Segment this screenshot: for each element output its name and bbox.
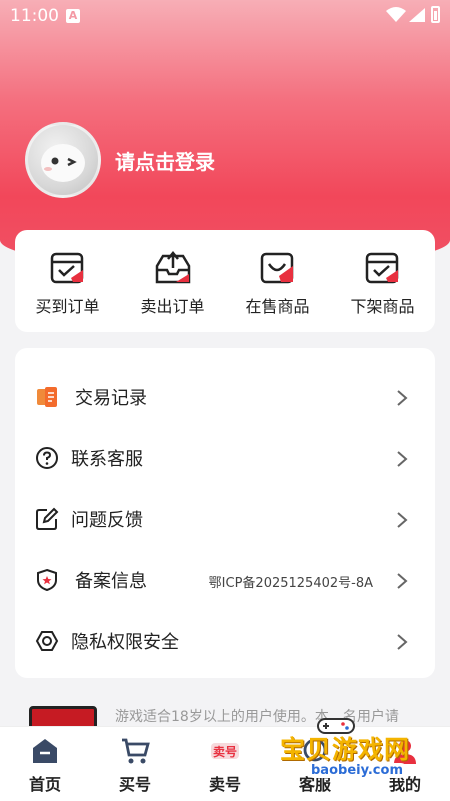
menu-item-customer-service[interactable]: 联系客服 (15, 427, 435, 487)
home-icon (33, 739, 57, 763)
tab-label-sell: 卖号 (208, 775, 241, 794)
orders-card: 买到订单 卖出订单 在售商品 下架商品 (15, 230, 435, 332)
transaction-record-icon (37, 387, 57, 407)
tab-label-home: 首页 (28, 775, 61, 794)
off-shelf-icon (365, 252, 399, 284)
menu-label-customer-service: 联系客服 (71, 449, 143, 470)
menu-card: 交易记录 联系客服 问题反馈 备案信息 鄂ICP备2025125402号-8A (15, 348, 435, 678)
order-item-bought[interactable]: 买到订单 (15, 230, 120, 332)
chevron-right-icon (397, 451, 408, 467)
chevron-right-icon (397, 390, 408, 406)
order-item-on-sale[interactable]: 在售商品 (225, 230, 330, 332)
menu-label-transaction-record: 交易记录 (75, 388, 147, 409)
menu-item-feedback[interactable]: 问题反馈 (15, 488, 435, 548)
tab-home[interactable]: 首页 (0, 727, 90, 801)
signal-icon (409, 8, 425, 22)
menu-item-transaction-record[interactable]: 交易记录 (15, 366, 435, 426)
sell-badge-text: 卖号 (213, 744, 237, 759)
sold-orders-icon (155, 251, 191, 284)
order-label-bought: 买到订单 (35, 297, 100, 316)
on-sale-icon (260, 252, 294, 284)
order-item-sold[interactable]: 卖出订单 (120, 230, 225, 332)
notification-a-icon: A (66, 9, 80, 23)
bought-orders-icon (50, 252, 84, 284)
watermark-logo: 宝贝游戏网 baobeiy.com (276, 716, 446, 796)
tab-buy[interactable]: 买号 (90, 727, 180, 801)
chevron-right-icon (397, 634, 408, 650)
order-label-sold: 卖出订单 (140, 297, 205, 316)
wifi-icon (386, 7, 406, 22)
order-label-off-shelf: 下架商品 (350, 297, 415, 316)
shield-star-icon (37, 568, 57, 592)
menu-item-privacy[interactable]: 隐私权限安全 (15, 610, 435, 670)
menu-label-privacy: 隐私权限安全 (71, 632, 179, 653)
avatar[interactable] (25, 122, 101, 198)
menu-item-filing-info[interactable]: 备案信息 鄂ICP备2025125402号-8A (15, 549, 435, 609)
battery-icon (431, 6, 440, 23)
filing-number: 鄂ICP备2025125402号-8A (208, 576, 373, 591)
order-item-off-shelf[interactable]: 下架商品 (330, 230, 435, 332)
chevron-right-icon (397, 573, 408, 589)
status-time: 11:00 (10, 6, 59, 26)
tab-sell[interactable]: 卖号 卖号 (180, 727, 270, 801)
privacy-ring-icon (35, 631, 59, 651)
menu-label-feedback: 问题反馈 (71, 510, 143, 531)
watermark-url: baobeiy.com (306, 763, 408, 778)
login-prompt[interactable]: 请点击登录 (115, 146, 215, 175)
chevron-right-icon (397, 512, 408, 528)
menu-label-filing-info: 备案信息 (75, 571, 147, 592)
watermark-text: 宝贝游戏网 (280, 735, 411, 764)
order-label-on-sale: 在售商品 (245, 297, 310, 316)
status-bar: 11:00 A (0, 0, 450, 32)
sell-badge-icon: 卖号 (211, 743, 239, 759)
help-question-icon (36, 447, 58, 469)
cart-icon (122, 738, 150, 764)
tab-label-buy: 买号 (118, 775, 151, 794)
avatar-face-icon (41, 144, 85, 182)
edit-feedback-icon (36, 507, 59, 530)
